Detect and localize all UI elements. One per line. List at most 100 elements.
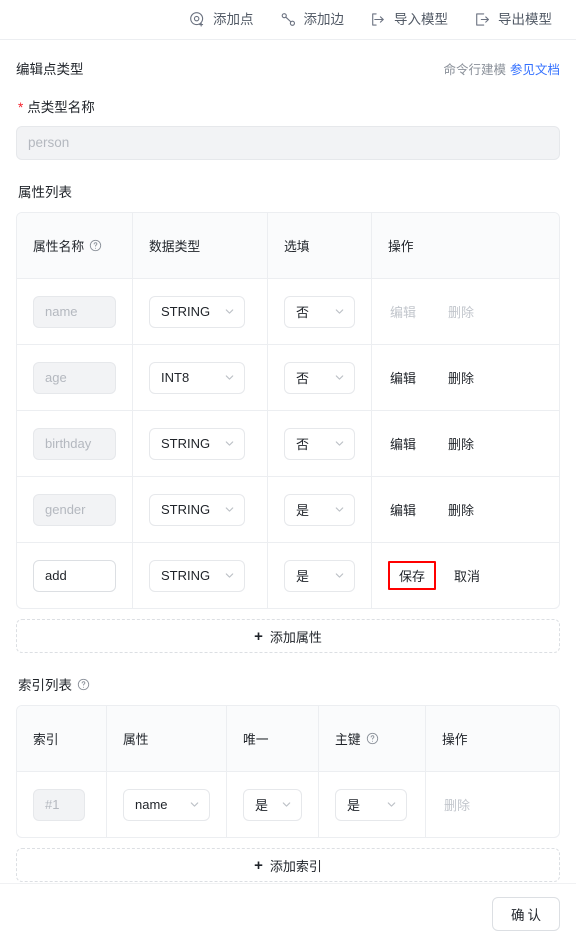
cell-data-type: STRING xyxy=(133,543,268,608)
cell-nullable: 是 xyxy=(268,477,372,542)
column-header-text: 唯一 xyxy=(243,732,269,747)
vertex-name-input[interactable]: person xyxy=(16,126,560,160)
data-type-value: STRING xyxy=(161,436,211,451)
add-index-label: 添加索引 xyxy=(269,858,322,874)
unique-select[interactable]: 是 xyxy=(243,788,302,821)
confirm-button[interactable]: 确认 xyxy=(492,897,560,931)
index-table-body: #1 name 是 是 删除 xyxy=(17,771,559,837)
edit-button[interactable]: 编辑 xyxy=(388,430,418,457)
data-type-select[interactable]: STRING xyxy=(149,427,245,460)
chevron-down-icon xyxy=(225,309,234,314)
help-icon[interactable] xyxy=(366,732,379,745)
index-attribute-value: name xyxy=(135,797,168,812)
toolbar-item-add-vertex[interactable]: 添加点 xyxy=(189,11,254,28)
add-index-button[interactable]: + 添加索引 xyxy=(16,848,560,882)
index-list-title-text: 索引列表 xyxy=(18,678,72,693)
nullable-value: 否 xyxy=(296,371,310,386)
attribute-table-head: 属性名称 数据类型 选填 操作 xyxy=(17,213,559,278)
cell-unique: 是 xyxy=(227,772,319,837)
cell-nullable: 是 xyxy=(268,543,372,608)
chevron-down-icon xyxy=(335,507,344,512)
edit-button: 编辑 xyxy=(390,305,417,320)
vertex-name-label: * 点类型名称 xyxy=(18,96,560,116)
delete-button: 删除 xyxy=(444,798,471,813)
toolbar-item-export-model[interactable]: 导出模型 xyxy=(474,11,552,28)
row-actions: 编辑 删除 xyxy=(388,364,476,391)
cell-index-attribute: name xyxy=(107,772,227,837)
nullable-select[interactable]: 是 xyxy=(284,559,355,592)
attribute-table: 属性名称 数据类型 选填 操作 name STRING 否 编辑 删除 age … xyxy=(16,212,560,609)
column-header-text: 主键 xyxy=(335,732,361,747)
chevron-down-icon xyxy=(335,309,344,314)
nullable-value: 否 xyxy=(296,305,310,320)
panel-header: 编辑点类型 命令行建模 参见文档 xyxy=(16,58,560,78)
data-type-value: INT8 xyxy=(161,370,190,385)
header-actions: 命令行建模 参见文档 xyxy=(443,59,560,78)
chevron-down-icon xyxy=(225,375,234,380)
nullable-select[interactable]: 否 xyxy=(284,361,355,394)
nullable-select[interactable]: 否 xyxy=(284,295,355,328)
toolbar-item-import-model[interactable]: 导入模型 xyxy=(370,11,448,28)
delete-button[interactable]: 删除 xyxy=(446,364,476,391)
data-type-select[interactable]: STRING xyxy=(149,559,245,592)
cell-primary-key: 是 xyxy=(319,772,426,837)
attribute-name-input[interactable]: gender xyxy=(33,493,116,526)
data-type-value: STRING xyxy=(161,304,211,319)
cli-modeling-text: 命令行建模 xyxy=(443,63,506,77)
index-list-title: 索引列表 xyxy=(18,674,560,694)
index-attribute-select[interactable]: name xyxy=(123,788,210,821)
data-type-select[interactable]: STRING xyxy=(149,295,245,328)
index-table-head: 索引 属性 唯一 主键 操作 xyxy=(17,706,559,771)
index-number-input: #1 xyxy=(33,788,85,821)
nullable-select[interactable]: 否 xyxy=(284,427,355,460)
data-type-select[interactable]: INT8 xyxy=(149,361,245,394)
delete-button[interactable]: 删除 xyxy=(446,496,476,523)
delete-button: 删除 xyxy=(448,305,475,320)
export-model-icon xyxy=(474,11,491,28)
import-model-icon xyxy=(370,11,387,28)
table-row: #1 name 是 是 删除 xyxy=(17,771,559,837)
column-header-unique: 唯一 xyxy=(227,706,319,771)
doc-link[interactable]: 参见文档 xyxy=(510,63,560,77)
nullable-value: 是 xyxy=(296,569,310,584)
data-type-value: STRING xyxy=(161,502,211,517)
cell-operation: 编辑 删除 xyxy=(372,477,559,542)
attribute-name-input[interactable]: age xyxy=(33,361,116,394)
save-button[interactable]: 保存 xyxy=(388,561,437,590)
help-icon[interactable] xyxy=(89,239,102,252)
row-actions: 编辑 删除 xyxy=(388,298,476,325)
table-row-editing: add STRING 是 保存 取消 xyxy=(17,542,559,608)
attribute-name-input[interactable]: add xyxy=(33,559,116,592)
column-header-text: 索引 xyxy=(33,732,59,747)
column-header-data-type: 数据类型 xyxy=(133,213,268,278)
add-attribute-label: 添加属性 xyxy=(269,629,322,645)
cell-data-type: STRING xyxy=(133,477,268,542)
attribute-name-input[interactable]: name xyxy=(33,295,116,328)
toolbar-item-label: 导入模型 xyxy=(394,11,448,27)
plus-icon: + xyxy=(254,627,263,645)
table-header-row: 属性名称 数据类型 选填 操作 xyxy=(17,213,559,278)
help-icon[interactable] xyxy=(77,678,90,691)
cancel-button[interactable]: 取消 xyxy=(452,562,482,589)
panel-content: 编辑点类型 命令行建模 参见文档 * 点类型名称 person 属性列表 属性名称 xyxy=(0,40,576,882)
column-header-primary-key: 主键 xyxy=(319,706,426,771)
add-attribute-button[interactable]: + 添加属性 xyxy=(16,619,560,653)
delete-button[interactable]: 删除 xyxy=(446,430,476,457)
panel-footer: 确认 xyxy=(0,883,576,944)
row-actions: 编辑 删除 xyxy=(388,430,476,457)
column-header-text: 属性名称 xyxy=(33,239,85,254)
nullable-select[interactable]: 是 xyxy=(284,493,355,526)
chevron-down-icon xyxy=(335,375,344,380)
nullable-value: 是 xyxy=(296,503,310,518)
attribute-name-input[interactable]: birthday xyxy=(33,427,116,460)
cell-operation: 编辑 删除 xyxy=(372,279,559,344)
edit-button[interactable]: 编辑 xyxy=(388,496,418,523)
data-type-select[interactable]: STRING xyxy=(149,493,245,526)
data-type-value: STRING xyxy=(161,568,211,583)
page-title: 编辑点类型 xyxy=(16,62,84,77)
primary-key-select[interactable]: 是 xyxy=(335,788,407,821)
chevron-down-icon xyxy=(190,802,199,807)
toolbar-item-add-edge[interactable]: 添加边 xyxy=(280,11,344,28)
chevron-down-icon xyxy=(225,573,234,578)
edit-button[interactable]: 编辑 xyxy=(388,364,418,391)
